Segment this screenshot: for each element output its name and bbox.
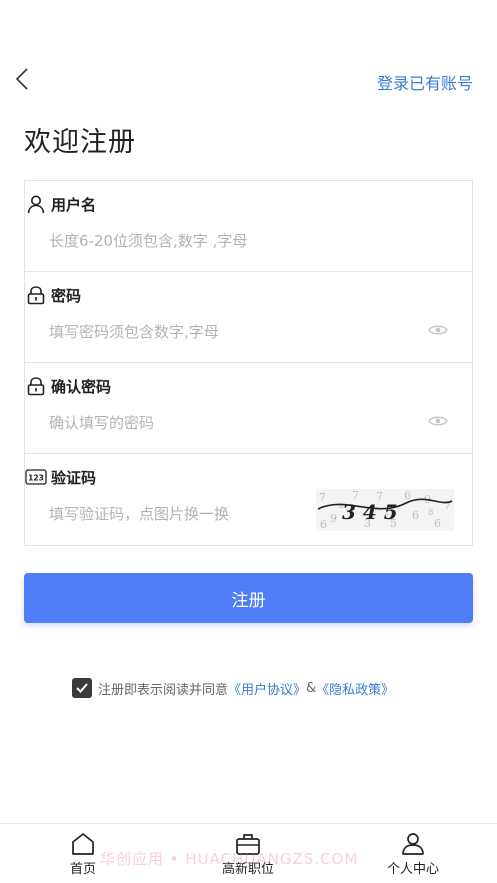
svg-text:7: 7: [319, 491, 326, 504]
checkmark-icon: [76, 683, 88, 693]
svg-text:8: 8: [428, 508, 434, 518]
back-button[interactable]: [12, 66, 34, 92]
tab-positions[interactable]: 高新职位: [203, 832, 293, 877]
captcha-input[interactable]: [49, 502, 309, 526]
password-label: 密码: [51, 286, 82, 305]
username-field: 用户名: [25, 181, 472, 272]
agreement-text: 注册即表示阅读并同意: [98, 682, 229, 698]
tab-home[interactable]: 首页: [38, 832, 128, 877]
person-icon: [402, 833, 424, 855]
password-field: 密码: [25, 272, 472, 363]
username-label: 用户名: [51, 195, 97, 214]
login-existing-account-link[interactable]: 登录已有账号: [377, 70, 473, 94]
eye-icon[interactable]: [428, 414, 448, 428]
eye-icon[interactable]: [428, 323, 448, 337]
page-title: 欢迎注册: [24, 127, 136, 158]
register-form: 用户名 密码: [24, 180, 473, 546]
svg-text:6: 6: [434, 517, 441, 530]
tab-profile-label: 个人中心: [386, 862, 439, 877]
svg-text:6: 6: [320, 518, 327, 531]
agree-checkbox[interactable]: [72, 678, 92, 698]
svg-text:123: 123: [28, 474, 44, 483]
captcha-field: 123 验证码 796 756 696 737 428 3 4 5: [25, 454, 472, 545]
captcha-text: 3 4 5: [342, 500, 398, 524]
home-icon: [72, 833, 94, 855]
bottom-tab-bar: 首页 高新职位 个人中心: [0, 823, 497, 883]
lock-icon: [25, 375, 47, 397]
lock-icon: [25, 284, 47, 306]
privacy-policy-link[interactable]: 《隐私政策》: [316, 679, 394, 698]
confirm-password-field: 确认密码: [25, 363, 472, 454]
numbers-123-icon: 123: [25, 466, 47, 488]
password-input[interactable]: [49, 320, 419, 344]
svg-text:6: 6: [412, 509, 419, 522]
captcha-label: 验证码: [51, 468, 97, 487]
user-icon: [25, 193, 47, 215]
confirm-password-label: 确认密码: [51, 377, 112, 396]
confirm-password-input[interactable]: [49, 411, 419, 435]
top-bar: 登录已有账号: [0, 60, 497, 100]
svg-text:6: 6: [404, 489, 411, 502]
tab-home-label: 首页: [69, 862, 96, 877]
svg-text:7: 7: [444, 499, 451, 512]
register-button[interactable]: 注册: [24, 573, 473, 623]
agreement-connector: &: [306, 680, 317, 696]
user-agreement-link[interactable]: 《用户协议》: [228, 679, 306, 698]
chevron-left-icon: [15, 68, 28, 90]
svg-text:9: 9: [330, 512, 337, 525]
username-input[interactable]: [49, 229, 419, 253]
tab-profile[interactable]: 个人中心: [368, 832, 458, 877]
captcha-image[interactable]: 796 756 696 737 428 3 4 5: [316, 489, 454, 531]
tab-positions-label: 高新职位: [221, 862, 274, 877]
briefcase-icon: [236, 834, 260, 855]
agreement-row: 注册即表示阅读并同意 《用户协议》 & 《隐私政策》: [72, 678, 394, 698]
